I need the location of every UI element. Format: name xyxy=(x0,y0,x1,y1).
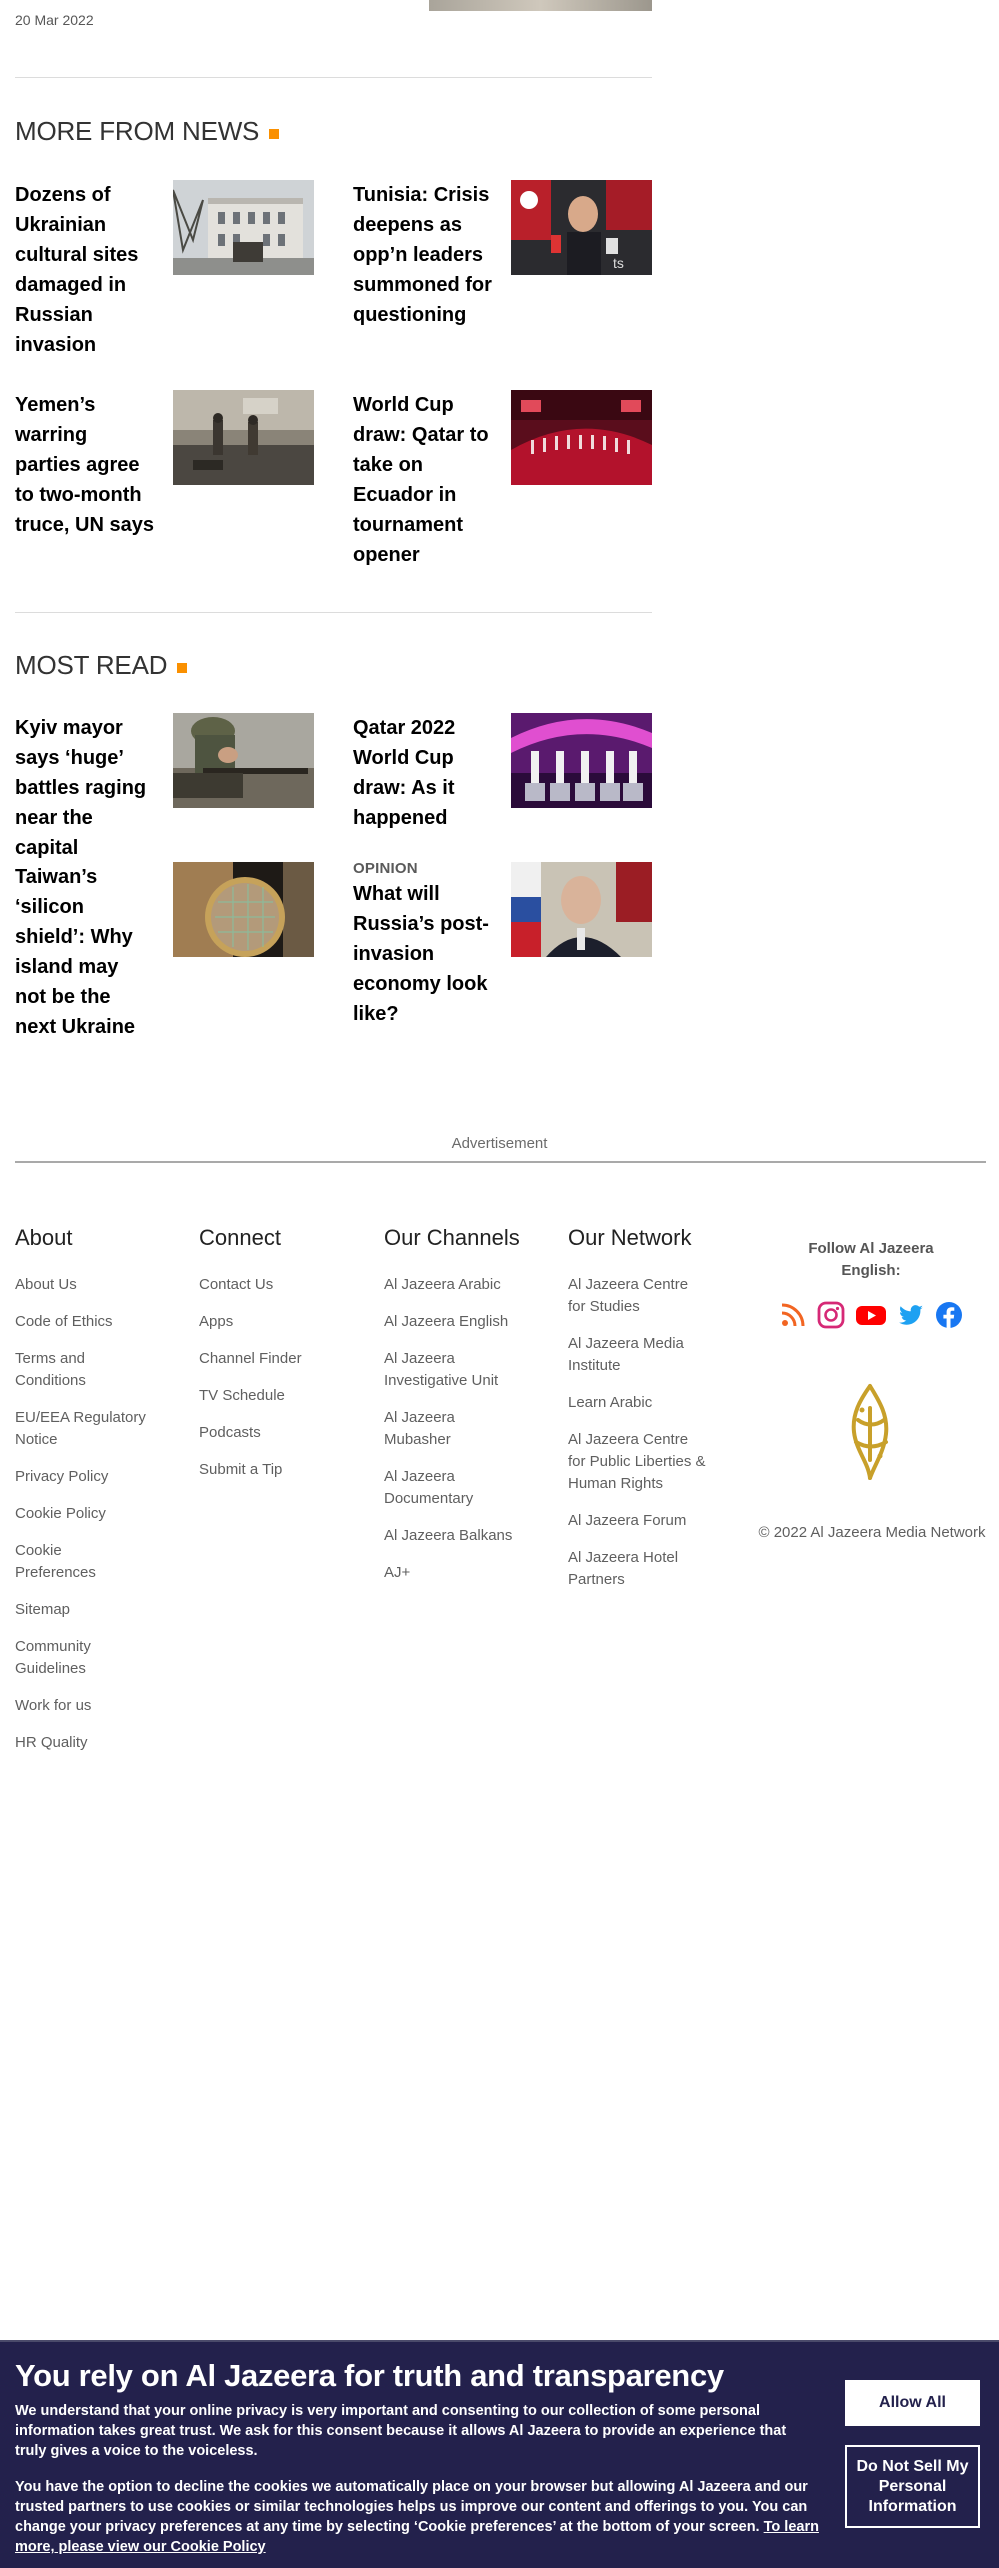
news-card-image[interactable] xyxy=(173,390,314,485)
footer-about-heading: About xyxy=(15,1225,73,1250)
footer-link[interactable]: Apps xyxy=(199,1311,349,1333)
news-card[interactable]: Yemen’s warring parties agree to two-mon… xyxy=(15,390,335,540)
footer-link[interactable]: Al Jazeera Forum xyxy=(568,1510,718,1532)
follow-label: Follow Al Jazeera English: xyxy=(808,1240,934,1279)
youtube-icon[interactable] xyxy=(855,1301,887,1329)
footer-link[interactable]: Cookie Policy xyxy=(15,1503,165,1525)
footer-link[interactable]: Learn Arabic xyxy=(568,1392,718,1414)
footer-network-column: Our Network Al Jazeera Centre for Studie… xyxy=(568,1225,718,1606)
footer-link[interactable]: EU/EEA Regulatory Notice xyxy=(15,1407,160,1451)
most-read-card-image[interactable] xyxy=(511,862,652,957)
footer-channels-heading: Our Channels xyxy=(384,1225,520,1250)
news-card[interactable]: Tunisia: Crisis deepens as opp’n leaders… xyxy=(353,180,673,330)
allow-all-button[interactable]: Allow All xyxy=(845,2380,980,2426)
footer-link[interactable]: Podcasts xyxy=(199,1422,349,1444)
consent-heading: You rely on Al Jazeera for truth and tra… xyxy=(15,2358,724,2393)
consent-paragraph-1: We understand that your online privacy i… xyxy=(15,2403,787,2459)
footer-connect-heading: Connect xyxy=(199,1225,281,1250)
advertisement-label: Advertisement xyxy=(451,1135,548,1152)
news-card-title[interactable]: Tunisia: Crisis deepens as opp’n leaders… xyxy=(353,180,493,330)
more-from-news-heading: MORE FROM NEWS xyxy=(15,116,280,147)
footer-link[interactable]: Al Jazeera Documentary xyxy=(384,1466,494,1510)
footer-link[interactable]: HR Quality xyxy=(15,1732,165,1754)
most-read-card-title[interactable]: What will Russia’s post-invasion economy… xyxy=(353,879,493,1029)
footer-link[interactable]: Al Jazeera Arabic xyxy=(384,1274,534,1296)
cookie-consent-banner: You rely on Al Jazeera for truth and tra… xyxy=(0,2340,999,2568)
advertisement-divider xyxy=(15,1161,986,1163)
svg-text:ts: ts xyxy=(613,255,624,271)
most-read-card[interactable]: OPINION What will Russia’s post-invasion… xyxy=(353,860,673,1029)
footer-link[interactable]: Channel Finder xyxy=(199,1348,349,1370)
most-read-card-image[interactable] xyxy=(511,713,652,808)
copyright: © 2022 Al Jazeera Media Network xyxy=(758,1524,986,1541)
footer-link[interactable]: Al Jazeera Balkans xyxy=(384,1525,534,1547)
consent-paragraph-2-text: You have the option to decline the cooki… xyxy=(15,2479,808,2535)
facebook-icon[interactable] xyxy=(935,1301,963,1329)
footer-link[interactable]: Al Jazeera Centre for Studies xyxy=(568,1274,703,1318)
footer-link[interactable]: Al Jazeera Media Institute xyxy=(568,1333,703,1377)
footer-channels-column: Our Channels Al Jazeera Arabic Al Jazeer… xyxy=(384,1225,534,1599)
footer-network-heading: Our Network xyxy=(568,1225,692,1250)
most-read-card-image[interactable] xyxy=(173,713,314,808)
footer-link[interactable]: Al Jazeera Centre for Public Liberties &… xyxy=(568,1429,708,1495)
news-card-title[interactable]: Dozens of Ukrainian cultural sites damag… xyxy=(15,180,155,360)
article-date: 20 Mar 2022 xyxy=(15,12,94,28)
most-read-card-title[interactable]: Taiwan’s ‘silicon shield’: Why island ma… xyxy=(15,862,155,1042)
footer-link[interactable]: AJ+ xyxy=(384,1562,534,1584)
footer-link[interactable]: Code of Ethics xyxy=(15,1311,165,1333)
most-read-card-image[interactable] xyxy=(173,862,314,957)
footer-link[interactable]: Al Jazeera Mubasher xyxy=(384,1407,484,1451)
news-card-title[interactable]: Yemen’s warring parties agree to two-mon… xyxy=(15,390,155,540)
footer-link[interactable]: Submit a Tip xyxy=(199,1459,349,1481)
divider xyxy=(15,77,652,78)
most-read-card[interactable]: Qatar 2022 World Cup draw: As it happene… xyxy=(353,713,673,833)
most-read-card-title[interactable]: Kyiv mayor says ‘huge’ battles raging ne… xyxy=(15,713,155,863)
news-card-image[interactable] xyxy=(511,390,652,485)
article-thumbnail[interactable] xyxy=(429,0,652,11)
footer-link[interactable]: Al Jazeera Investigative Unit xyxy=(384,1348,524,1392)
instagram-icon[interactable] xyxy=(817,1301,845,1329)
most-read-card[interactable]: Kyiv mayor says ‘huge’ battles raging ne… xyxy=(15,713,335,863)
footer-link[interactable]: Terms and Conditions xyxy=(15,1348,115,1392)
social-links xyxy=(756,1301,986,1329)
footer-link[interactable]: Al Jazeera Hotel Partners xyxy=(568,1547,698,1591)
most-read-card-title[interactable]: Qatar 2022 World Cup draw: As it happene… xyxy=(353,713,493,833)
divider xyxy=(15,612,652,613)
footer-link[interactable]: About Us xyxy=(15,1274,165,1296)
footer-connect-column: Connect Contact Us Apps Channel Finder T… xyxy=(199,1225,349,1496)
most-read-card[interactable]: Taiwan’s ‘silicon shield’: Why island ma… xyxy=(15,862,335,1042)
footer-link[interactable]: Privacy Policy xyxy=(15,1466,165,1488)
news-card-title[interactable]: World Cup draw: Qatar to take on Ecuador… xyxy=(353,390,493,570)
accent-square xyxy=(177,662,188,673)
footer-link[interactable]: Sitemap xyxy=(15,1599,165,1621)
al-jazeera-logo[interactable] xyxy=(840,1380,900,1485)
accent-square xyxy=(269,128,280,139)
news-card-image[interactable]: ts xyxy=(511,180,652,275)
news-card-image[interactable] xyxy=(173,180,314,275)
news-card[interactable]: World Cup draw: Qatar to take on Ecuador… xyxy=(353,390,673,570)
footer-about-column: About About Us Code of Ethics Terms and … xyxy=(15,1225,165,1769)
news-card[interactable]: Dozens of Ukrainian cultural sites damag… xyxy=(15,180,335,360)
footer-link[interactable]: Cookie Preferences xyxy=(15,1540,115,1584)
do-not-sell-button[interactable]: Do Not Sell My Personal Information xyxy=(845,2445,980,2528)
twitter-icon[interactable] xyxy=(897,1301,925,1329)
footer-link[interactable]: TV Schedule xyxy=(199,1385,349,1407)
consent-paragraph-2: You have the option to decline the cooki… xyxy=(15,2477,820,2557)
rss-icon[interactable] xyxy=(779,1301,807,1329)
footer-link[interactable]: Al Jazeera English xyxy=(384,1311,534,1333)
footer-link[interactable]: Work for us xyxy=(15,1695,165,1717)
footer-link[interactable]: Community Guidelines xyxy=(15,1636,115,1680)
most-read-heading: MOST READ xyxy=(15,650,188,681)
follow-block: Follow Al Jazeera English: xyxy=(756,1238,986,1329)
footer-link[interactable]: Contact Us xyxy=(199,1274,349,1296)
